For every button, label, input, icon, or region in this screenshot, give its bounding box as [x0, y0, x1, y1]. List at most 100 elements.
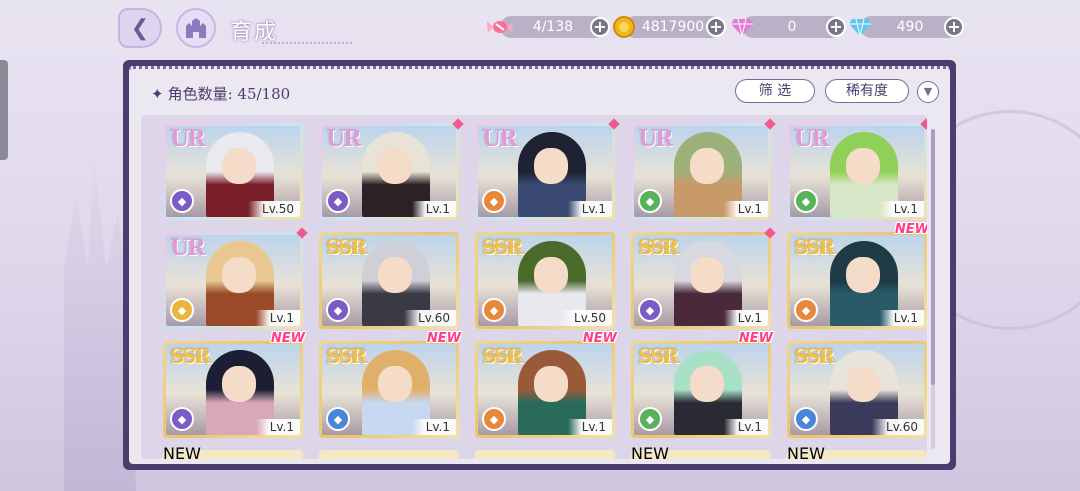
level-label: Lv.1 — [723, 310, 768, 326]
attribute-purple-icon: ◆ — [638, 298, 662, 322]
attribute-orange-icon: ◆ — [482, 298, 506, 322]
level-label: Lv.1 — [255, 310, 300, 326]
level-label: Lv.60 — [404, 310, 456, 326]
character-face — [534, 148, 568, 184]
character-grid-container[interactable]: UR ◆ Lv.50 UR ◆ Lv.1 UR ◆ Lv.1 UR ◆ Lv.1 UR ◆ Lv.1 UR ◆ L… — [141, 115, 927, 459]
level-label: Lv.1 — [723, 419, 768, 435]
character-panel: ✦ 角色数量: 45/180 筛 选 稀有度 ▼ UR ◆ Lv.50 UR ◆ Lv.1 U… — [123, 60, 956, 470]
rarity-badge: SSR — [326, 235, 367, 259]
back-button[interactable]: ❮ — [118, 8, 162, 48]
rarity-badge: SSR — [794, 344, 835, 368]
character-card[interactable]: SSR ◆ Lv.1 NEW — [787, 222, 927, 329]
character-portrait: SSR ◆ Lv.60 — [322, 235, 456, 326]
character-count: ✦ 角色数量: 45/180 — [151, 83, 290, 104]
character-card-partial[interactable]: NEW — [163, 444, 303, 459]
character-portrait: SSR ◆ Lv.1 — [634, 344, 768, 435]
character-face — [690, 366, 724, 402]
character-portrait: UR ◆ Lv.1 — [166, 235, 300, 326]
character-card-partial[interactable]: NEW — [787, 444, 927, 459]
character-portrait: SSR ◆ Lv.1 — [166, 344, 300, 435]
rarity-badge: UR — [638, 126, 673, 152]
attribute-yellow-icon: ◆ — [170, 298, 194, 322]
character-face — [534, 366, 568, 402]
level-label: Lv.1 — [723, 201, 768, 217]
character-portrait: SSR ◆ Lv.50 — [478, 235, 612, 326]
character-card[interactable]: SSR ◆ Lv.1 NEW — [319, 331, 461, 438]
candy-icon — [486, 13, 514, 41]
rarity-badge: UR — [170, 235, 205, 261]
character-card[interactable]: UR ◆ Lv.50 — [163, 123, 303, 220]
new-badge: NEW — [426, 331, 461, 346]
character-card[interactable]: SSR ◆ Lv.50 — [475, 232, 615, 329]
character-face — [378, 257, 412, 293]
character-face — [222, 148, 256, 184]
resource-stamina: 4/138 + — [487, 16, 610, 38]
side-drawer-handle[interactable] — [0, 60, 8, 160]
character-portrait: SSR ◆ Lv.1 — [790, 235, 924, 326]
level-label: Lv.60 — [872, 419, 924, 435]
add-free-gem-button[interactable]: + — [944, 17, 964, 37]
add-gold-button[interactable]: + — [706, 17, 726, 37]
character-card[interactable]: SSR ◆ Lv.60 — [319, 232, 459, 329]
character-portrait: UR ◆ Lv.1 — [634, 126, 768, 217]
character-portrait: UR ◆ Lv.50 — [166, 126, 300, 217]
attribute-purple-icon: ◆ — [326, 298, 350, 322]
grid-scrollbar[interactable] — [931, 129, 935, 449]
add-stamina-button[interactable]: + — [590, 17, 610, 37]
character-card[interactable]: UR ◆ Lv.1 — [631, 118, 776, 220]
character-portrait: SSR ◆ Lv.1 — [478, 344, 612, 435]
rarity-sort-button[interactable]: 稀有度 — [825, 79, 909, 103]
level-label: Lv.50 — [560, 310, 612, 326]
level-label: Lv.50 — [248, 201, 300, 217]
new-badge: NEW — [631, 444, 669, 459]
filter-button[interactable]: 筛 选 — [735, 79, 815, 103]
rarity-badge: SSR — [482, 235, 523, 259]
character-card[interactable]: UR ◆ Lv.1 — [475, 118, 620, 220]
level-label: Lv.1 — [567, 419, 612, 435]
add-paid-gem-button[interactable]: + — [826, 17, 846, 37]
character-count-text: 角色数量: 45/180 — [167, 85, 291, 103]
character-face — [846, 366, 880, 402]
character-grid: UR ◆ Lv.50 UR ◆ Lv.1 UR ◆ Lv.1 UR ◆ Lv.1 UR ◆ Lv.1 UR ◆ L… — [163, 118, 927, 438]
character-portrait: SSR ◆ Lv.1 — [322, 344, 456, 435]
character-card[interactable]: SSR ◆ Lv.1 NEW — [631, 331, 773, 438]
back-arrow-icon: ❮ — [130, 15, 150, 41]
character-card[interactable]: SSR ◆ Lv.1 — [631, 227, 776, 329]
rarity-badge: SSR — [638, 344, 679, 368]
rarity-badge: SSR — [482, 344, 523, 368]
resource-free-gem: 490 + — [849, 16, 964, 38]
rarity-badge: UR — [326, 126, 361, 152]
level-label: Lv.1 — [411, 201, 456, 217]
character-portrait: SSR ◆ Lv.60 — [790, 344, 924, 435]
new-badge: NEW — [582, 331, 617, 346]
character-card[interactable]: SSR ◆ Lv.60 — [787, 341, 927, 438]
character-card-partial[interactable] — [475, 450, 615, 459]
castle-icon — [186, 18, 206, 38]
scrollbar-thumb[interactable] — [931, 129, 935, 385]
sort-order-toggle[interactable]: ▼ — [917, 81, 939, 103]
character-portrait: UR ◆ Lv.1 — [322, 126, 456, 217]
character-card[interactable]: SSR ◆ Lv.1 NEW — [163, 331, 305, 438]
character-card[interactable]: UR ◆ Lv.1 — [163, 227, 308, 329]
character-card-partial[interactable]: NEW — [631, 444, 771, 459]
character-face — [378, 366, 412, 402]
character-portrait: SSR ◆ Lv.1 — [634, 235, 768, 326]
level-label: Lv.1 — [411, 419, 456, 435]
character-card[interactable]: UR ◆ Lv.1 — [319, 118, 464, 220]
pink-diamond-icon — [728, 13, 756, 41]
character-card-partial[interactable] — [319, 450, 459, 459]
rarity-badge: UR — [170, 126, 205, 152]
character-card[interactable]: UR ◆ Lv.1 — [787, 118, 927, 220]
blue-diamond-icon — [846, 13, 874, 41]
free-gem-value: 490 — [896, 19, 924, 35]
home-button[interactable] — [176, 8, 216, 48]
stamina-value: 4/138 — [532, 19, 574, 35]
attribute-orange-icon: ◆ — [794, 298, 818, 322]
attribute-green-icon: ◆ — [638, 189, 662, 213]
rarity-badge: UR — [794, 126, 829, 152]
resource-gold: 4817900 + — [613, 16, 726, 38]
level-label: Lv.1 — [879, 310, 924, 326]
attribute-green-icon: ◆ — [638, 407, 662, 431]
character-panel-inner: ✦ 角色数量: 45/180 筛 选 稀有度 ▼ UR ◆ Lv.50 UR ◆ Lv.1 U… — [129, 66, 950, 464]
character-card[interactable]: SSR ◆ Lv.1 NEW — [475, 331, 617, 438]
